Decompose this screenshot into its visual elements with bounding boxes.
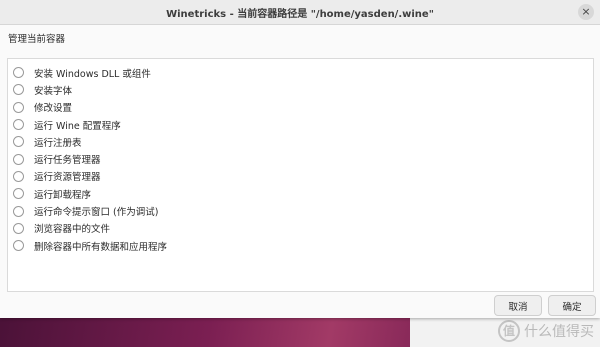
option-label: 修改设置 bbox=[34, 103, 73, 115]
ok-button[interactable]: 确定 bbox=[548, 295, 596, 316]
side-panel: 值 什么值得买 bbox=[410, 318, 600, 347]
option-run-cmd[interactable]: 运行命令提示窗口 (作为调试) bbox=[8, 202, 593, 219]
cancel-button[interactable]: 取消 bbox=[494, 295, 542, 316]
option-install-fonts[interactable]: 安装字体 bbox=[8, 81, 593, 98]
option-run-winecfg[interactable]: 运行 Wine 配置程序 bbox=[8, 116, 593, 133]
watermark-text: 什么值得买 bbox=[524, 324, 594, 340]
close-icon[interactable]: × bbox=[578, 4, 594, 20]
option-run-taskmgr[interactable]: 运行任务管理器 bbox=[8, 150, 593, 167]
option-run-explorer[interactable]: 运行资源管理器 bbox=[8, 168, 593, 185]
option-label: 运行卸载程序 bbox=[34, 189, 92, 201]
options-list-frame: 安装 Windows DLL 或组件 安装字体 修改设置 运行 Wine 配置程… bbox=[7, 58, 594, 292]
option-label: 浏览容器中的文件 bbox=[34, 224, 111, 236]
option-label: 运行任务管理器 bbox=[34, 155, 101, 167]
winetricks-dialog: Winetricks - 当前容器路径是 "/home/yasden/.wine… bbox=[0, 0, 600, 318]
radio-button[interactable] bbox=[13, 119, 24, 131]
option-label: 运行 Wine 配置程序 bbox=[34, 120, 121, 132]
option-label: 安装 Windows DLL 或组件 bbox=[34, 68, 151, 80]
radio-button[interactable] bbox=[13, 240, 24, 252]
radio-button[interactable] bbox=[13, 136, 24, 148]
radio-button[interactable] bbox=[13, 170, 24, 182]
option-change-settings[interactable]: 修改设置 bbox=[8, 99, 593, 116]
window-title: Winetricks - 当前容器路径是 "/home/yasden/.wine… bbox=[166, 8, 434, 20]
option-browse-files[interactable]: 浏览容器中的文件 bbox=[8, 220, 593, 237]
option-install-dll[interactable]: 安装 Windows DLL 或组件 bbox=[8, 64, 593, 81]
group-label: 管理当前容器 bbox=[8, 34, 66, 45]
option-label: 运行注册表 bbox=[34, 137, 82, 149]
titlebar[interactable]: Winetricks - 当前容器路径是 "/home/yasden/.wine… bbox=[0, 0, 600, 25]
radio-button[interactable] bbox=[13, 84, 24, 96]
radio-button[interactable] bbox=[13, 101, 24, 113]
watermark: 值 什么值得买 bbox=[498, 320, 594, 342]
option-run-regedit[interactable]: 运行注册表 bbox=[8, 133, 593, 150]
option-label: 运行命令提示窗口 (作为调试) bbox=[34, 207, 159, 219]
option-delete-prefix[interactable]: 删除容器中所有数据和应用程序 bbox=[8, 237, 593, 254]
radio-button[interactable] bbox=[13, 205, 24, 217]
radio-button[interactable] bbox=[13, 67, 24, 79]
radio-button[interactable] bbox=[13, 188, 24, 200]
options-list: 安装 Windows DLL 或组件 安装字体 修改设置 运行 Wine 配置程… bbox=[8, 64, 593, 254]
option-label: 运行资源管理器 bbox=[34, 172, 101, 184]
radio-button[interactable] bbox=[13, 153, 24, 165]
option-run-uninstaller[interactable]: 运行卸载程序 bbox=[8, 185, 593, 202]
option-label: 删除容器中所有数据和应用程序 bbox=[34, 241, 168, 253]
option-label: 安装字体 bbox=[34, 85, 73, 97]
radio-button[interactable] bbox=[13, 222, 24, 234]
watermark-logo-icon: 值 bbox=[498, 320, 520, 342]
